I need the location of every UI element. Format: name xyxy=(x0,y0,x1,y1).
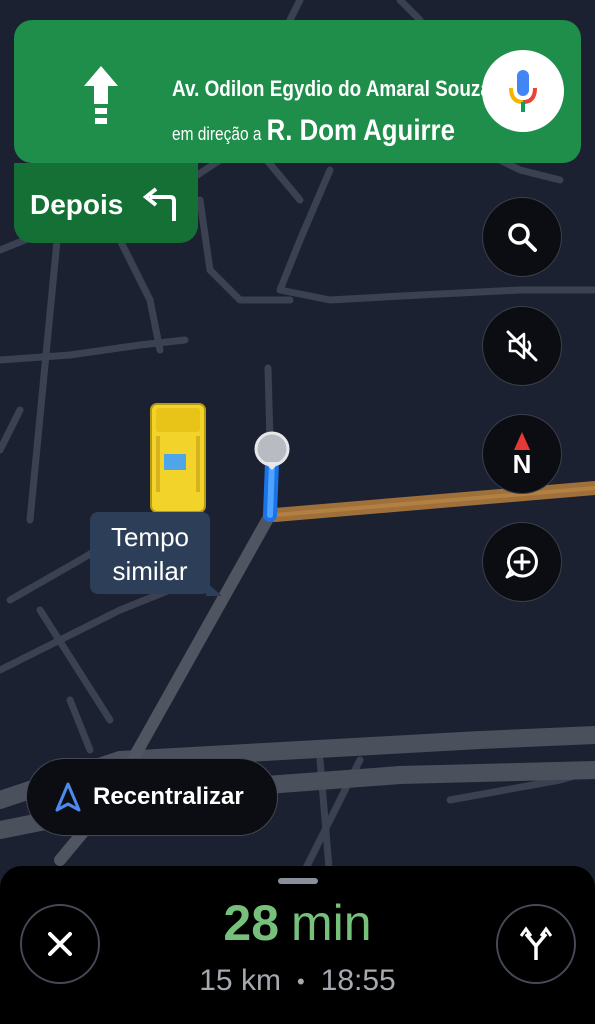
add-report-button[interactable] xyxy=(482,522,562,602)
alternate-routes-button[interactable] xyxy=(496,904,576,984)
turn-left-arrow-icon xyxy=(142,187,176,221)
eta-value: 28 xyxy=(223,895,280,951)
route-options-icon xyxy=(519,926,553,960)
voice-search-button[interactable] xyxy=(482,50,564,132)
trip-distance: 15 km xyxy=(199,964,281,997)
compass-button[interactable]: N xyxy=(482,414,562,494)
separator-dot: • xyxy=(296,969,305,995)
eta-unit: min xyxy=(291,895,372,951)
vehicle-marker-icon xyxy=(150,403,206,513)
next-maneuver-label: Depois xyxy=(30,189,124,220)
recenter-button[interactable]: Recentralizar xyxy=(26,758,278,836)
toward-street-name: R. Dom Aguirre xyxy=(266,114,455,147)
current-street-name: Av. Odilon Egydio do Amaral Souza xyxy=(172,76,491,101)
route-time-callout[interactable]: Tempo similar xyxy=(90,512,222,596)
navigation-arrow-icon xyxy=(55,782,81,812)
turn-instruction-card[interactable]: Av. Odilon Egydio do Amaral Souza em dir… xyxy=(14,20,581,163)
toward-street: em direção a R. Dom Aguirre xyxy=(172,114,455,148)
recenter-label: Recentralizar xyxy=(93,783,244,810)
add-report-icon xyxy=(505,546,538,579)
compass-icon xyxy=(514,432,530,450)
arrival-time: 18:55 xyxy=(320,964,396,997)
route-callout-text: Tempo similar xyxy=(110,522,190,586)
toward-prefix: em direção a xyxy=(172,124,262,144)
microphone-icon xyxy=(509,70,537,112)
search-button[interactable] xyxy=(482,197,562,277)
compass-north-label: N xyxy=(512,449,532,479)
straight-arrow-icon xyxy=(84,66,118,124)
search-icon xyxy=(508,223,537,252)
drag-handle[interactable] xyxy=(278,878,318,884)
muted-speaker-icon xyxy=(506,330,538,362)
callout-tail xyxy=(206,582,222,596)
trip-summary-sheet[interactable]: 28 min 15 km • 18:55 xyxy=(0,866,595,1024)
mute-button[interactable] xyxy=(482,306,562,386)
next-maneuver-card[interactable]: Depois xyxy=(14,163,198,243)
